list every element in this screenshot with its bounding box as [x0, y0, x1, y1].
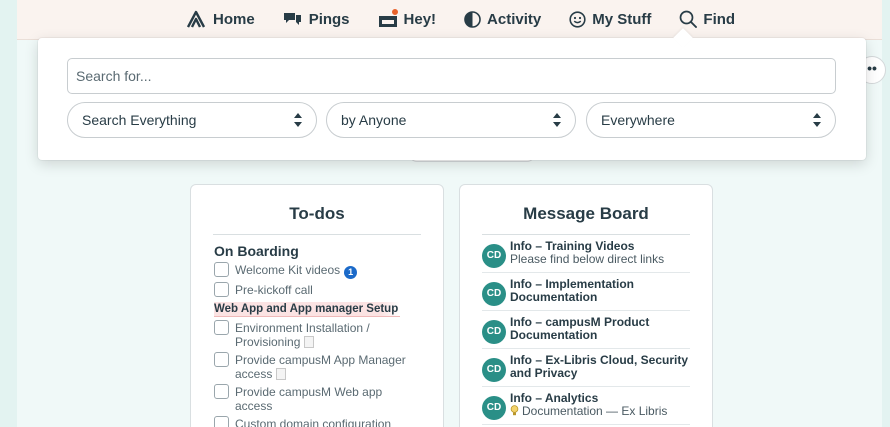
nav-my-stuff-label: My Stuff	[592, 10, 652, 28]
select-caret-icon	[813, 113, 821, 127]
todos-title[interactable]: To-dos	[213, 204, 421, 235]
chat-bubbles-icon	[283, 12, 301, 25]
nav-pings[interactable]: Pings	[283, 10, 350, 28]
nav-activity[interactable]: Activity	[464, 10, 541, 28]
nav-my-stuff[interactable]: My Stuff	[569, 10, 651, 28]
avatar: CD	[482, 282, 506, 306]
nav-home-label: Home	[213, 10, 255, 28]
todo-item: Environment Installation / Provisioning	[214, 320, 414, 349]
avatar: CD	[482, 320, 506, 344]
nav-find[interactable]: Find	[679, 10, 735, 28]
message-item[interactable]: CD Info – Implementation Documentation	[482, 273, 690, 311]
message-excerpt: Documentation — Ex Libris	[522, 404, 668, 418]
info-badge: 1	[344, 266, 358, 279]
nav-pings-label: Pings	[308, 10, 350, 28]
nav-find-label: Find	[703, 10, 736, 28]
message-item[interactable]: CD Info – Training Videos Please find be…	[482, 235, 690, 273]
todo-item-label[interactable]: Custom domain configuration	[235, 416, 391, 427]
avatar: CD	[482, 244, 506, 268]
search-where-value: Everywhere	[601, 112, 675, 128]
todo-checkbox[interactable]	[214, 320, 229, 335]
todo-item-label[interactable]: Welcome Kit videos	[235, 263, 340, 277]
message-title: Info – Implementation Documentation	[510, 277, 635, 304]
activity-icon	[464, 10, 481, 28]
todo-list-title[interactable]: On Boarding	[214, 243, 443, 259]
nav-hey-label: Hey!	[403, 10, 437, 28]
search-people-select[interactable]: by Anyone	[326, 102, 576, 138]
todo-item: Provide campusM Web app access	[214, 384, 414, 413]
select-caret-icon	[553, 113, 561, 127]
message-item[interactable]: CD Info – Analytics Documentation — Ex L…	[482, 387, 690, 425]
select-caret-icon	[294, 113, 302, 127]
todo-item-label[interactable]: Provide campusM App Manager access	[235, 353, 406, 381]
notification-dot	[390, 8, 399, 16]
message-item[interactable]: CD Info – Ex-Libris Cloud, Security and …	[482, 349, 690, 387]
search-input[interactable]	[67, 58, 836, 94]
search-type-value: Search Everything	[82, 112, 197, 128]
smiley-icon	[569, 10, 586, 28]
todo-checkbox[interactable]	[214, 416, 229, 427]
todo-item: Provide campusM App Manager access	[214, 352, 414, 381]
todo-list-title[interactable]: Web App and App manager Setup	[214, 302, 401, 317]
nav-hey[interactable]: Hey!	[378, 8, 437, 28]
lightbulb-icon	[510, 405, 519, 416]
avatar: CD	[482, 396, 506, 420]
todo-checkbox[interactable]	[214, 262, 229, 277]
todos-card[interactable]: To-dos On Boarding Welcome Kit videos 1 P…	[190, 184, 444, 427]
search-where-select[interactable]: Everywhere	[586, 102, 836, 138]
avatar: CD	[482, 358, 506, 382]
todo-item: Pre-kickoff call	[214, 282, 414, 297]
search-panel: Search Everything by Anyone Everywhere	[38, 38, 866, 160]
message-title: Info – Ex-Libris Cloud, Security and Pri…	[510, 353, 689, 380]
top-navigation: Home Pings Hey! Activity My Stuff Find	[17, 0, 882, 40]
message-board-card[interactable]: Message Board CD Info – Training Videos …	[459, 184, 713, 427]
nav-activity-label: Activity	[487, 10, 542, 28]
search-icon	[680, 10, 698, 28]
home-icon	[187, 10, 206, 28]
nav-home[interactable]: Home	[187, 10, 255, 28]
todo-item-label[interactable]: Pre-kickoff call	[235, 282, 313, 297]
document-icon	[276, 368, 287, 380]
todo-checkbox[interactable]	[214, 384, 229, 399]
message-item[interactable]: CD Info – campusM Product Documentation	[482, 311, 690, 349]
message-excerpt: Please find below direct links	[510, 252, 665, 266]
todo-checkbox[interactable]	[214, 352, 229, 367]
todo-item-label[interactable]: Provide campusM Web app access	[235, 384, 414, 413]
todo-item: Custom domain configuration	[214, 416, 414, 427]
todo-item: Welcome Kit videos 1	[214, 262, 414, 279]
document-icon	[304, 336, 315, 348]
message-board-title[interactable]: Message Board	[482, 204, 690, 235]
todo-checkbox[interactable]	[214, 282, 229, 297]
search-people-value: by Anyone	[341, 112, 407, 128]
left-frame	[0, 0, 17, 427]
todo-item-label[interactable]: Environment Installation / Provisioning	[235, 321, 370, 349]
search-type-select[interactable]: Search Everything	[67, 102, 317, 138]
message-title: Info – campusM Product Documentation	[510, 315, 650, 342]
